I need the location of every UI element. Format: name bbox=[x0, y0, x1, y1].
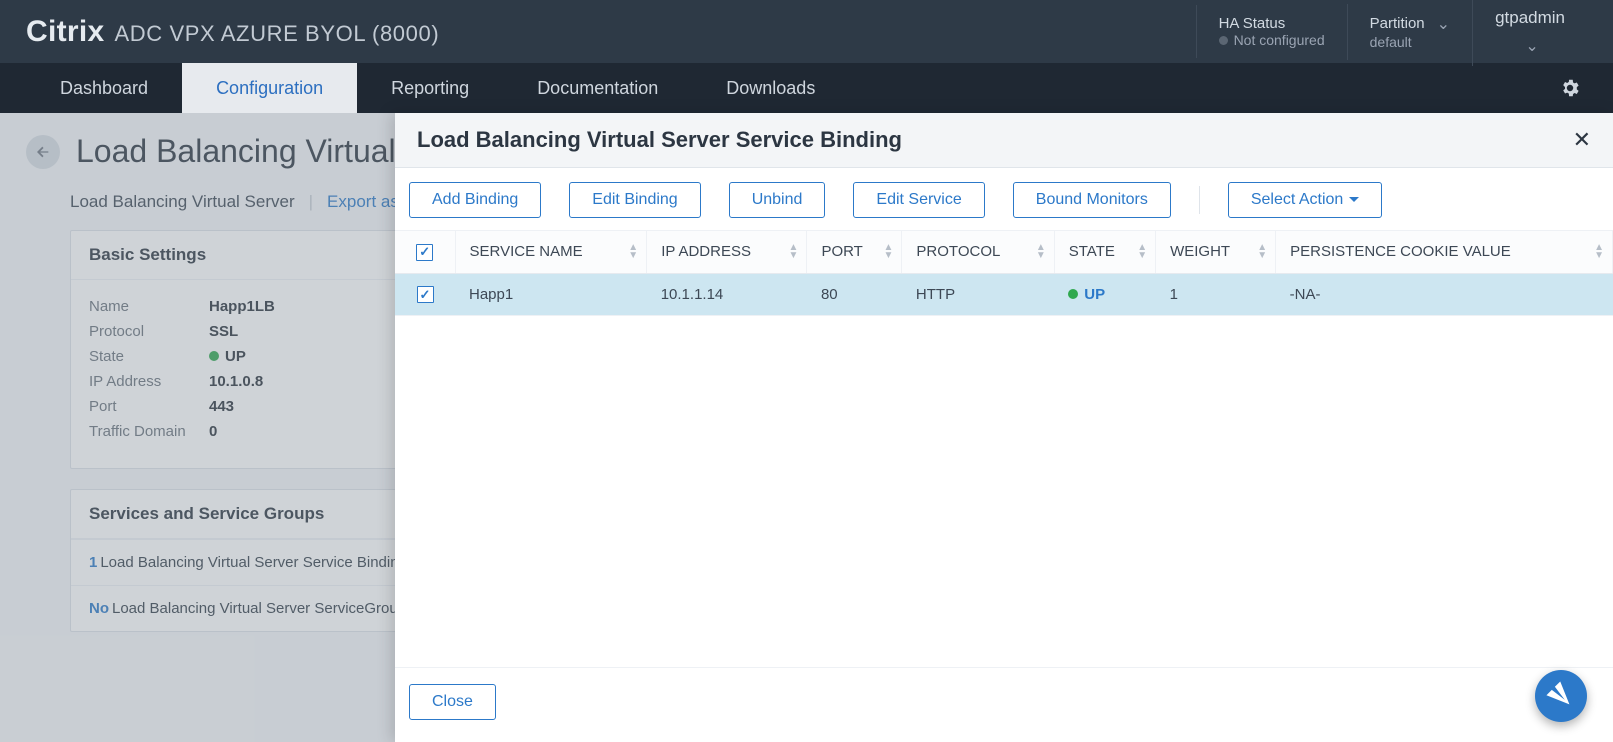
chevron-down-icon: ⌄ bbox=[1525, 36, 1538, 56]
header-right: HA Status Not configured Partition⌄ defa… bbox=[1196, 0, 1587, 66]
col-checkbox bbox=[395, 231, 455, 273]
kv-state-value: UP bbox=[209, 348, 246, 365]
row-checkbox[interactable] bbox=[417, 286, 434, 303]
status-up-icon bbox=[1068, 289, 1078, 299]
help-fab[interactable] bbox=[1535, 670, 1587, 722]
ha-status-value: Not configured bbox=[1219, 32, 1325, 48]
nav-reporting[interactable]: Reporting bbox=[357, 63, 503, 113]
global-header: Citrix ADC VPX AZURE BYOL (8000) HA Stat… bbox=[0, 0, 1613, 63]
kv-protocol-value: SSL bbox=[209, 323, 238, 340]
panel-header: Load Balancing Virtual Server Service Bi… bbox=[395, 113, 1613, 168]
kv-name-value: Happ1LB bbox=[209, 298, 275, 315]
col-service-name[interactable]: SERVICE NAME▲▼ bbox=[455, 231, 647, 273]
paper-plane-icon bbox=[1543, 678, 1580, 715]
kv-port-label: Port bbox=[89, 398, 209, 415]
unbind-button[interactable]: Unbind bbox=[729, 182, 826, 218]
dot-grey-icon bbox=[1219, 36, 1228, 45]
cell-service-name: Happ1 bbox=[455, 273, 647, 316]
toolbar-divider bbox=[1199, 186, 1200, 214]
kv-td-value: 0 bbox=[209, 423, 217, 440]
kv-td-label: Traffic Domain bbox=[89, 423, 209, 440]
breadcrumb-sep: | bbox=[309, 192, 313, 212]
add-binding-button[interactable]: Add Binding bbox=[409, 182, 541, 218]
sort-icon: ▲▼ bbox=[1257, 244, 1267, 260]
cell-state: UP bbox=[1054, 273, 1155, 316]
kv-ip-value: 10.1.0.8 bbox=[209, 373, 263, 390]
brand-primary: Citrix bbox=[26, 15, 105, 49]
edit-binding-button[interactable]: Edit Binding bbox=[569, 182, 700, 218]
user-name: gtpadmin bbox=[1495, 8, 1565, 28]
col-weight[interactable]: WEIGHT▲▼ bbox=[1156, 231, 1276, 273]
kv-name-label: Name bbox=[89, 298, 209, 315]
sort-icon: ▲▼ bbox=[789, 244, 799, 260]
partition-block[interactable]: Partition⌄ default bbox=[1347, 4, 1472, 60]
kv-state-label: State bbox=[89, 348, 209, 365]
select-all-checkbox[interactable] bbox=[416, 244, 433, 261]
ha-status-block[interactable]: HA Status Not configured bbox=[1196, 5, 1347, 58]
close-button[interactable]: Close bbox=[409, 684, 496, 720]
nav-dashboard[interactable]: Dashboard bbox=[26, 63, 182, 113]
status-up-icon bbox=[209, 351, 219, 361]
breadcrumb-item: Load Balancing Virtual Server bbox=[70, 192, 295, 212]
panel-close-button[interactable]: ✕ bbox=[1573, 127, 1591, 153]
cell-ip: 10.1.1.14 bbox=[647, 273, 807, 316]
brand: Citrix ADC VPX AZURE BYOL (8000) bbox=[26, 15, 439, 49]
cell-weight: 1 bbox=[1156, 273, 1276, 316]
kv-port-value: 443 bbox=[209, 398, 234, 415]
panel-title: Load Balancing Virtual Server Service Bi… bbox=[417, 127, 902, 153]
col-persistence[interactable]: PERSISTENCE COOKIE VALUE▲▼ bbox=[1276, 231, 1613, 273]
brand-secondary: ADC VPX AZURE BYOL (8000) bbox=[115, 21, 440, 47]
settings-gear[interactable] bbox=[1527, 63, 1613, 113]
kv-ip-label: IP Address bbox=[89, 373, 209, 390]
partition-label: Partition⌄ bbox=[1370, 14, 1450, 34]
sort-icon: ▲▼ bbox=[1594, 244, 1604, 260]
sort-icon: ▲▼ bbox=[1137, 244, 1147, 260]
arrow-left-icon bbox=[35, 144, 51, 160]
ha-status-label: HA Status bbox=[1219, 15, 1325, 32]
back-button[interactable] bbox=[26, 135, 60, 169]
col-protocol[interactable]: PROTOCOL▲▼ bbox=[902, 231, 1054, 273]
panel-toolbar: Add Binding Edit Binding Unbind Edit Ser… bbox=[395, 168, 1613, 231]
user-menu[interactable]: gtpadmin ⌄ bbox=[1472, 0, 1587, 66]
main-nav: Dashboard Configuration Reporting Docume… bbox=[0, 63, 1613, 113]
kv-protocol-label: Protocol bbox=[89, 323, 209, 340]
sort-icon: ▲▼ bbox=[884, 244, 894, 260]
col-ip[interactable]: IP ADDRESS▲▼ bbox=[647, 231, 807, 273]
edit-service-button[interactable]: Edit Service bbox=[853, 182, 984, 218]
partition-value: default bbox=[1370, 34, 1450, 50]
col-port[interactable]: PORT▲▼ bbox=[807, 231, 902, 273]
select-action-dropdown[interactable]: Select Action bbox=[1228, 182, 1383, 218]
cell-persistence: -NA- bbox=[1276, 273, 1613, 316]
nav-downloads[interactable]: Downloads bbox=[692, 63, 849, 113]
cell-port: 80 bbox=[807, 273, 902, 316]
gear-icon bbox=[1559, 77, 1581, 99]
nav-documentation[interactable]: Documentation bbox=[503, 63, 692, 113]
sort-icon: ▲▼ bbox=[1036, 244, 1046, 260]
table-row[interactable]: Happ1 10.1.1.14 80 HTTP UP 1 -NA- bbox=[395, 273, 1613, 316]
binding-grid: SERVICE NAME▲▼ IP ADDRESS▲▼ PORT▲▼ PROTO… bbox=[395, 231, 1613, 316]
service-binding-panel: Load Balancing Virtual Server Service Bi… bbox=[395, 113, 1613, 742]
cell-protocol: HTTP bbox=[902, 273, 1054, 316]
nav-configuration[interactable]: Configuration bbox=[182, 63, 357, 113]
col-state[interactable]: STATE▲▼ bbox=[1054, 231, 1155, 273]
grid-wrap: SERVICE NAME▲▼ IP ADDRESS▲▼ PORT▲▼ PROTO… bbox=[395, 231, 1613, 667]
chevron-down-icon: ⌄ bbox=[1437, 14, 1450, 34]
bound-monitors-button[interactable]: Bound Monitors bbox=[1013, 182, 1171, 218]
panel-footer: Close bbox=[395, 667, 1613, 742]
sort-icon: ▲▼ bbox=[628, 244, 638, 260]
